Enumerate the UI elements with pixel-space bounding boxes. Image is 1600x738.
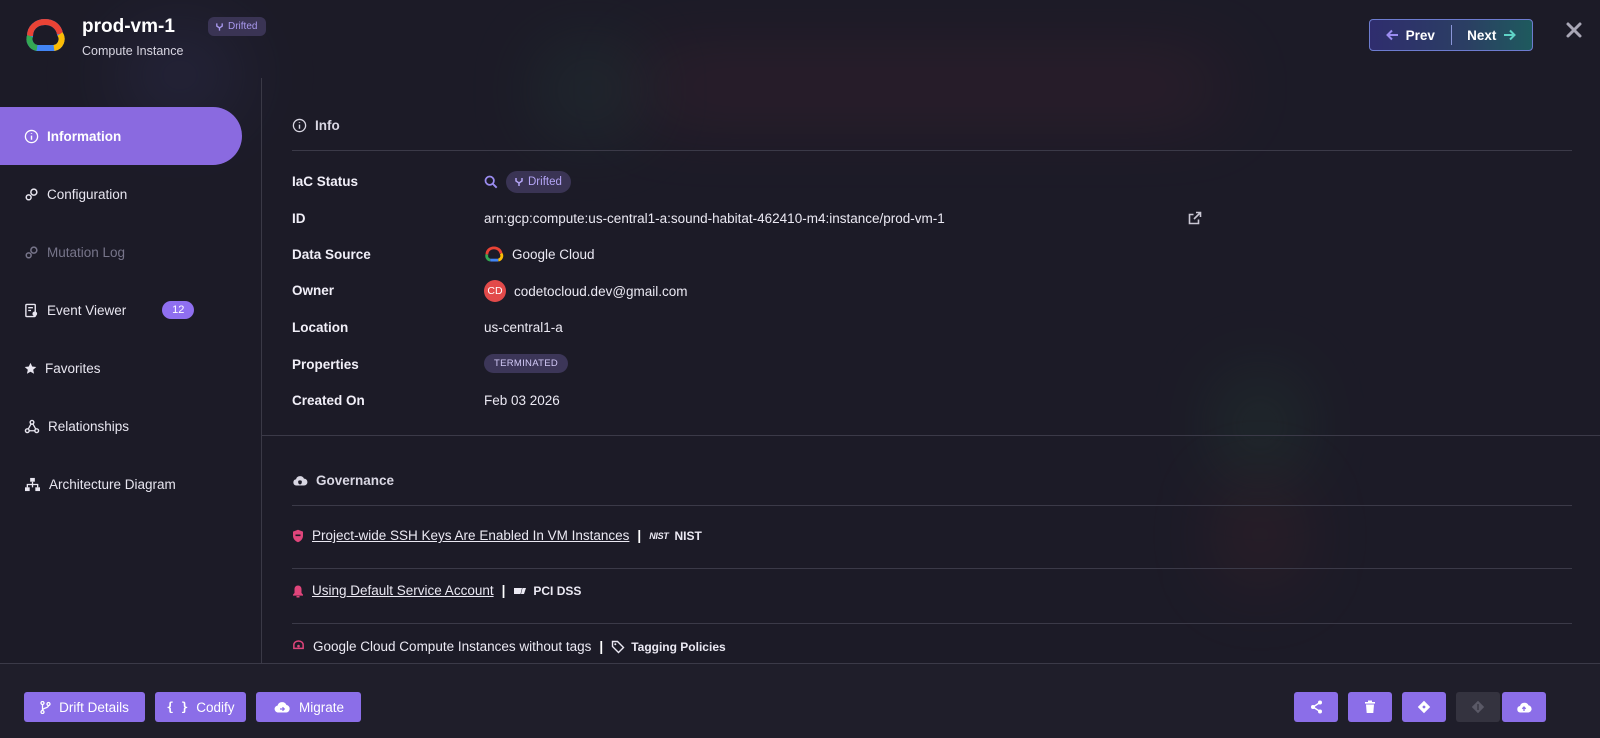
framework-nist: NIST NIST [649,528,702,543]
properties-value: TERMINATED [484,354,569,373]
status-badge: TERMINATED [484,354,569,373]
arrow-left-icon [1385,29,1398,41]
external-link-icon[interactable] [1188,211,1202,225]
governance-policy-link[interactable]: Using Default Service Account [312,583,494,598]
share-button[interactable] [1294,692,1338,722]
owner-label: Owner [292,283,335,298]
framework-pci-dss: PCI DSS [513,584,581,598]
sidebar-item-architecture-diagram[interactable]: Architecture Diagram [0,455,242,513]
google-cloud-icon [485,246,504,262]
tag-alert-icon [293,639,304,649]
sidebar-item-mutation-log[interactable]: Mutation Log [0,223,242,281]
framework-tagging-policies: Tagging Policies [611,640,726,654]
info-icon [292,118,307,133]
cloud-shield-icon [293,475,308,485]
google-cloud-logo-icon [26,18,65,51]
governance-policy-link[interactable]: Google Cloud Compute Instances without t… [313,639,591,654]
governance-policy-link[interactable]: Project-wide SSH Keys Are Enabled In VM … [312,528,629,543]
delete-button[interactable] [1348,692,1392,722]
owner-value: CD codetocloud.dev@gmail.com [484,280,688,302]
code-braces-icon: { } [166,700,189,714]
config-icon [25,187,38,200]
avatar: CD [484,280,506,302]
branch-icon [515,178,523,186]
codify-button[interactable]: { } Codify [155,692,246,722]
git-icon [1417,700,1431,714]
relationships-icon [24,419,40,433]
resource-type: Compute Instance [82,44,184,58]
drift-details-button[interactable]: Drift Details [24,692,145,722]
sidebar-item-information[interactable]: Information [0,107,242,165]
prev-button[interactable]: Prev [1370,20,1451,50]
sidebar-item-relationships[interactable]: Relationships [0,397,242,455]
pci-dss-icon [514,587,527,594]
id-value: arn:gcp:compute:us-central1-a:sound-habi… [484,211,945,226]
tag-icon [612,640,625,653]
id-label: ID [292,211,306,226]
sidebar: Information Configuration Mutation Log E… [0,78,262,663]
event-viewer-icon [25,303,38,317]
sidebar-item-configuration[interactable]: Configuration [0,165,242,223]
governance-section-header: Governance [292,473,394,488]
cloud-upload-button[interactable] [1502,692,1546,722]
location-label: Location [292,320,349,335]
arrow-right-icon [1504,29,1517,41]
governance-item: Using Default Service Account | PCI DSS [292,583,581,598]
governance-item: Google Cloud Compute Instances without t… [292,639,726,654]
drift-status-badge: Drifted [208,17,267,36]
location-value: us-central1-a [484,320,563,335]
trash-icon [1365,700,1375,713]
header: prod-vm-1 Compute Instance Drifted Prev … [0,0,1600,78]
created-on-label: Created On [292,393,365,408]
nist-logo-icon: NIST [649,530,669,541]
info-icon [24,129,39,143]
created-on-value: Feb 03 2026 [484,393,560,408]
git-button[interactable] [1402,692,1446,722]
migrate-button[interactable]: Migrate [256,692,361,722]
data-source-label: Data Source [292,247,371,262]
iac-status-value: Drifted [484,171,571,193]
properties-label: Properties [292,357,359,372]
share-icon [1310,700,1322,714]
mutation-log-icon [25,245,38,258]
main-panel: Info IaC Status Drifted ID arn:gcp:compu… [262,78,1600,663]
cloud-upload-icon [1517,702,1532,712]
branch-icon [40,700,51,714]
next-button[interactable]: Next [1452,20,1533,50]
git-icon [1471,700,1485,714]
prev-next-group: Prev Next [1369,19,1533,51]
iac-status-label: IaC Status [292,174,359,189]
sidebar-item-event-viewer[interactable]: Event Viewer 12 [0,281,242,339]
page-title: prod-vm-1 [82,16,175,37]
drift-status-pill: Drifted [506,171,571,193]
search-icon[interactable] [484,175,498,189]
close-icon[interactable] [1564,20,1584,40]
star-icon [24,362,37,374]
shield-alert-icon [293,529,303,542]
sitemap-icon [25,477,40,491]
cloud-migrate-icon [274,701,290,712]
action-footer: Drift Details { } Codify Migrate [0,663,1600,738]
governance-item: Project-wide SSH Keys Are Enabled In VM … [292,528,702,543]
event-count-badge: 12 [162,301,195,319]
bell-alert-icon [293,585,303,597]
git-disabled-button [1456,692,1500,722]
sidebar-item-favorites[interactable]: Favorites [0,339,242,397]
branch-icon [216,22,223,31]
info-section-header: Info [292,118,340,133]
data-source-value: Google Cloud [484,246,595,262]
